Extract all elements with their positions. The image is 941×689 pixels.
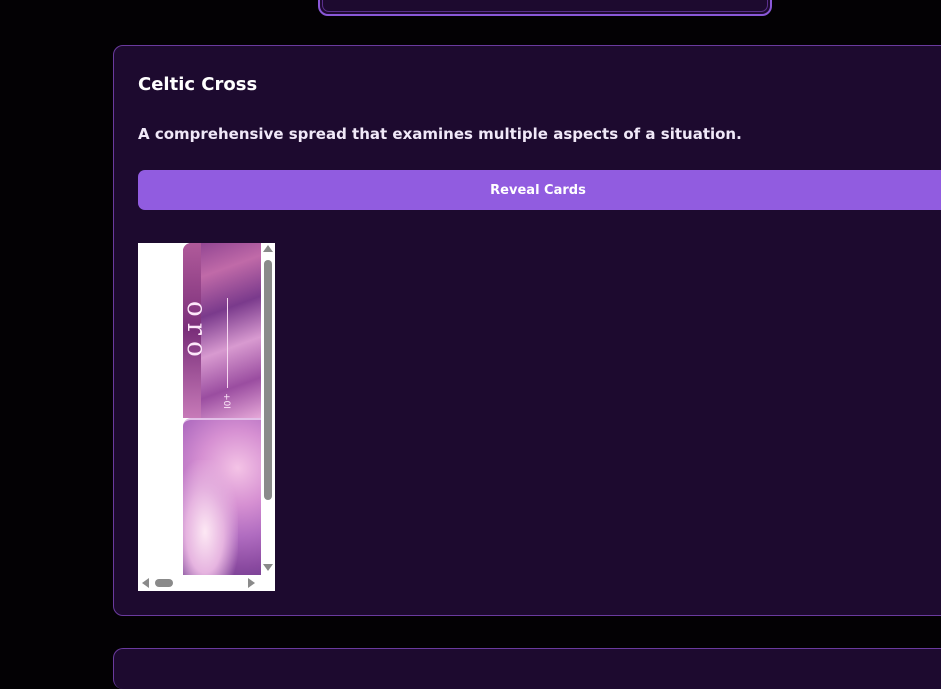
scroll-right-arrow-icon[interactable] [248,578,255,588]
card-art-lettering: oro [183,301,211,363]
spread-description: A comprehensive spread that examines mul… [138,125,742,143]
spread-card: Celtic Cross A comprehensive spread that… [113,45,941,616]
vertical-scroll-thumb[interactable] [264,260,272,500]
tarot-card-image[interactable]: oro +0I [183,243,261,418]
reveal-cards-button[interactable]: Reveal Cards [138,170,941,210]
previous-panel [318,0,772,16]
cards-scroll-area[interactable]: oro +0I [138,243,275,591]
vertical-scrollbar[interactable] [261,243,275,575]
horizontal-scroll-thumb[interactable] [155,579,173,587]
next-spread-card [113,648,941,689]
card-art-wing [183,460,238,580]
scroll-down-arrow-icon[interactable] [263,564,273,571]
scroll-left-arrow-icon[interactable] [142,578,149,588]
tarot-card-image[interactable] [183,418,261,580]
spread-title: Celtic Cross [138,74,258,95]
scroll-up-arrow-icon[interactable] [263,245,273,252]
horizontal-scrollbar[interactable] [138,575,275,591]
card-art-line [227,298,228,388]
card-art-small-lettering: +0I [221,393,231,409]
